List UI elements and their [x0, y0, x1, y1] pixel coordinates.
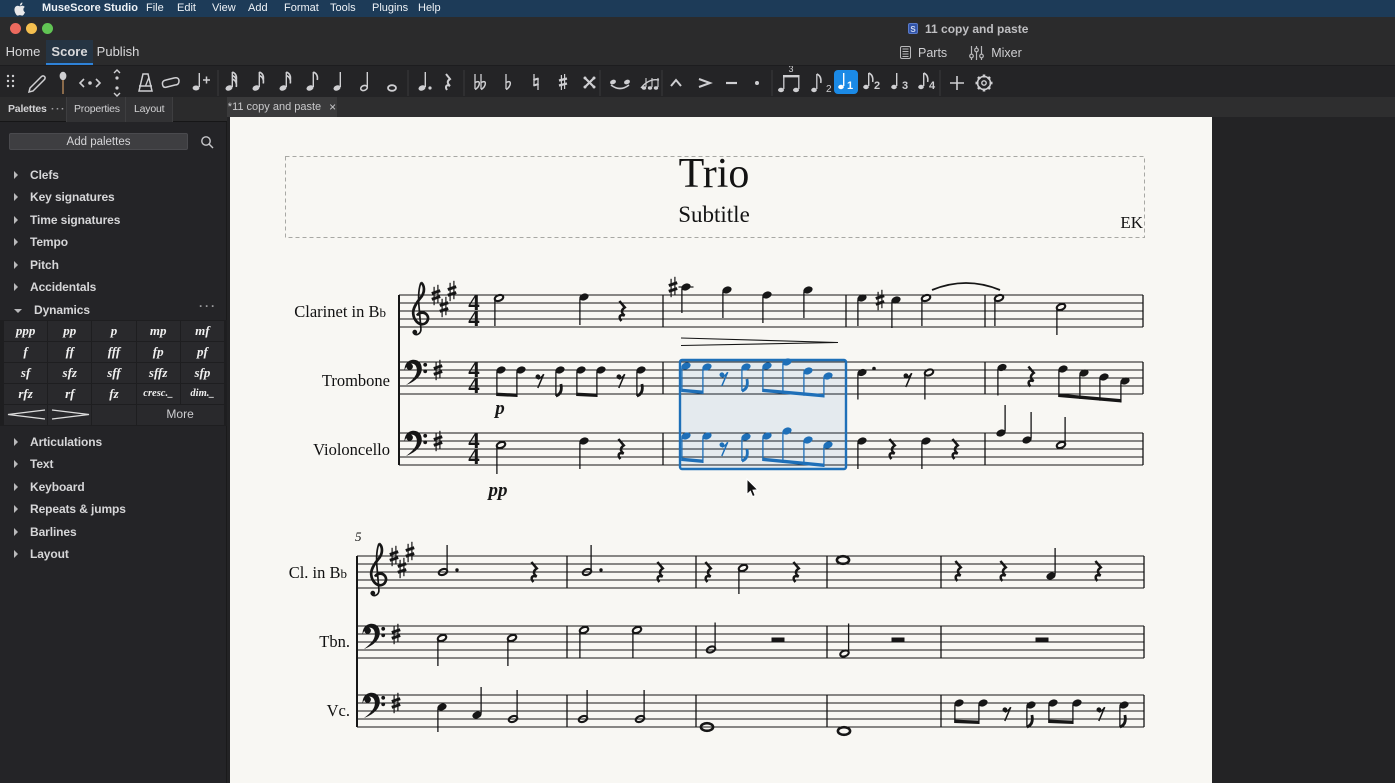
svg-text:3: 3 [788, 66, 793, 74]
svg-text:Violoncello: Violoncello [313, 440, 390, 459]
svg-text:5: 5 [355, 529, 362, 544]
svg-text:Cl. in Bb: Cl. in Bb [289, 563, 347, 582]
svg-text:Trombone: Trombone [322, 371, 390, 390]
svg-text:3: 3 [902, 80, 908, 92]
svg-text:Tbn.: Tbn. [319, 632, 350, 651]
svg-text:pp: pp [487, 480, 508, 501]
svg-text:4: 4 [468, 444, 480, 469]
svg-text:p: p [493, 398, 505, 419]
svg-text:Vc.: Vc. [327, 701, 350, 720]
svg-text:Subtitle: Subtitle [678, 202, 750, 227]
svg-text:4: 4 [468, 306, 480, 331]
svg-text:4: 4 [468, 373, 480, 398]
svg-text:2: 2 [826, 84, 832, 95]
svg-text:Clarinet in Bb: Clarinet in Bb [294, 302, 386, 321]
svg-text:EK: EK [1120, 213, 1143, 232]
svg-text:2: 2 [874, 80, 880, 92]
svg-text:4: 4 [929, 80, 936, 92]
svg-text:Trio: Trio [679, 151, 750, 197]
svg-text:1: 1 [847, 80, 853, 92]
